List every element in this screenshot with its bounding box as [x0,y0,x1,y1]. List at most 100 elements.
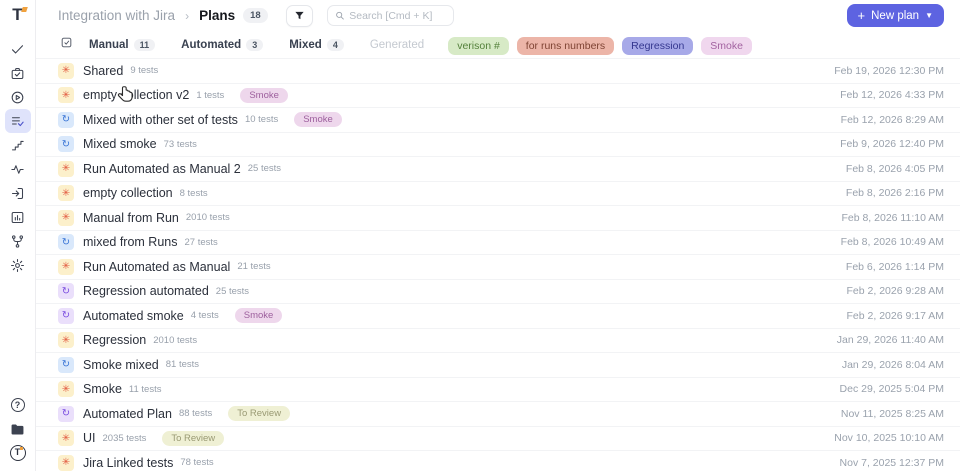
plan-name[interactable]: Smoke mixed [83,358,159,372]
plan-updated-date: Feb 6, 2026 1:14 PM [845,260,944,273]
plans-list-check-icon[interactable] [4,109,31,133]
plan-tests-count: 73 tests [163,138,197,150]
gear-icon[interactable] [5,253,31,277]
play-circle-icon[interactable] [5,85,31,109]
filter-chips: verison # for runs numbers Regression Smoke [440,36,752,55]
manual-plan-icon: ✳ [58,454,74,471]
plan-name[interactable]: Manual from Run [83,211,179,225]
plan-tag-to-review[interactable]: To Review [162,430,225,446]
plan-name[interactable]: Smoke [83,382,122,396]
plan-name[interactable]: Regression automated [83,284,209,298]
plan-row[interactable]: ✳ Regression 2010 tests Jan 29, 2026 11:40 … [36,329,960,353]
filter-chip-verison-[interactable]: verison # [448,36,509,55]
manual-plan-icon: ✳ [58,332,74,349]
account-avatar-icon[interactable]: T [5,441,31,465]
plan-row[interactable]: ↻ mixed from Runs 27 tests Feb 8, 2026 10:4… [36,231,960,255]
plan-row[interactable]: ✳ Run Automated as Manual 2 25 tests Feb 8,… [36,157,960,182]
plan-name[interactable]: UI [83,431,96,445]
filter-chip-regression[interactable]: Regression [622,36,694,55]
plan-tag-smoke[interactable]: Smoke [294,112,342,128]
plan-name[interactable]: Mixed smoke [83,137,157,151]
plan-row[interactable]: ↻ Regression automated 25 tests Feb 2, 2026… [36,280,960,304]
check-icon[interactable] [5,37,31,61]
filter-chip-for-runs-numbers[interactable]: for runs numbers [516,36,615,55]
plan-tag-smoke[interactable]: Smoke [240,87,288,103]
manual-plan-icon: ✳ [58,185,74,202]
filter-button[interactable] [285,4,313,27]
plan-row[interactable]: ✳ Smoke 11 tests Dec 29, 2025 5:04 PM [36,378,960,402]
plan-name[interactable]: Run Automated as Manual [83,260,230,274]
plan-row[interactable]: ↻ Smoke mixed 81 tests Jan 29, 2026 8:04 AM [36,353,960,378]
new-plan-button[interactable]: + New plan ▼ [846,4,944,27]
plan-filters-row: Manual 11 Automated 3 Mixed 4 Generated … [36,31,960,58]
plan-tag-smoke[interactable]: Smoke [234,308,283,324]
plan-updated-date: Feb 2, 2026 9:28 AM [846,285,944,298]
plan-name[interactable]: empty collection v2 [83,88,189,102]
testomat-logo[interactable]: T [8,5,28,25]
tab-mixed[interactable]: Mixed 4 [279,38,354,51]
plan-updated-date: Nov 7, 2025 12:37 PM [839,456,944,469]
plan-name[interactable]: Jira Linked tests [83,456,173,470]
briefcase-check-icon[interactable] [5,61,31,85]
manual-plan-icon: ✳ [58,209,74,226]
plan-name[interactable]: mixed from Runs [83,235,177,249]
plan-row[interactable]: ↻ Automated smoke 4 tests Smoke Feb 2, 2026 … [36,304,960,329]
plan-updated-date: Nov 10, 2025 10:10 AM [834,432,944,445]
chevron-down-icon: ▼ [925,11,933,20]
new-plan-label: New plan [871,9,920,22]
breadcrumb-parent[interactable]: Integration with Jira [58,8,175,23]
plan-updated-date: Feb 2, 2026 9:17 AM [846,309,944,322]
mixed-plan-icon: ↻ [58,111,74,128]
plan-name[interactable]: Regression [83,333,146,347]
plan-tag-to-review[interactable]: To Review [228,406,291,422]
tab-manual-count: 11 [133,38,156,51]
tab-manual[interactable]: Manual 11 [79,38,165,51]
import-icon[interactable] [5,181,31,205]
plan-row[interactable]: ✳ empty collection 8 tests Feb 8, 2026 2:16… [36,182,960,206]
mixed-plan-icon: ↻ [58,356,74,373]
plan-updated-date: Jan 29, 2026 11:40 AM [836,334,944,347]
branch-icon[interactable] [5,229,31,253]
mixed-plan-icon: ↻ [58,136,74,153]
app-window: T ? T Integration with Jira › Plans 18 S… [0,0,960,471]
plan-row[interactable]: ✳ Manual from Run 2010 tests Feb 8, 2026 11… [36,206,960,231]
manual-plan-icon: ✳ [58,160,74,177]
steps-icon[interactable] [5,133,31,157]
mixed-plan-icon: ↻ [58,234,74,251]
plan-row[interactable]: ✳ Run Automated as Manual 21 tests Feb 6, 2… [36,255,960,280]
plan-row[interactable]: ↻ Mixed with other set of tests 10 tests Sm… [36,108,960,133]
plan-name[interactable]: Shared [83,64,123,78]
help-icon[interactable]: ? [5,393,31,417]
pulse-icon[interactable] [5,157,31,181]
tab-generated[interactable]: Generated [360,39,434,51]
plan-tests-count: 8 tests [179,187,208,199]
plan-list: ✳ Shared 9 tests Feb 19, 2026 12:30 PM ✳ empt… [36,58,960,471]
plan-row[interactable]: ✳ Shared 9 tests Feb 19, 2026 12:30 PM [36,59,960,84]
plan-name[interactable]: empty collection [83,186,173,200]
funnel-icon [295,11,304,20]
plus-icon: + [857,8,866,23]
search-input[interactable] [349,9,446,22]
plan-row[interactable]: ↻ Mixed smoke 73 tests Feb 9, 2026 12:40 PM [36,133,960,157]
filter-chip-smoke[interactable]: Smoke [701,36,752,55]
plan-tests-count: 25 tests [247,163,282,175]
plans-count-badge: 18 [243,8,268,23]
select-all-icon[interactable] [60,36,73,54]
manual-plan-icon: ✳ [58,258,74,275]
plan-row[interactable]: ✳ empty collection v2 1 tests Smoke Feb 12, … [36,84,960,108]
plan-name[interactable]: Automated smoke [83,309,184,323]
folder-icon[interactable] [5,417,31,441]
manual-plan-icon: ✳ [58,430,74,447]
plan-tests-count: 27 tests [184,236,218,248]
plan-row[interactable]: ✳ UI 2035 tests To Review Nov 10, 2025 10:10… [36,427,960,451]
plan-name[interactable]: Run Automated as Manual 2 [83,162,241,176]
search-icon [335,11,344,20]
search-box[interactable] [326,5,454,26]
plan-name[interactable]: Automated Plan [83,407,172,421]
plan-row[interactable]: ↻ Automated Plan 88 tests To Review Nov 11, … [36,402,960,427]
tab-automated[interactable]: Automated 3 [171,38,273,51]
plan-row[interactable]: ✳ Jira Linked tests 78 tests Nov 7, 2025 12… [36,451,960,471]
report-chart-icon[interactable] [5,205,31,229]
plan-name[interactable]: Mixed with other set of tests [83,113,238,127]
top-bar: Integration with Jira › Plans 18 + New p… [36,0,960,31]
